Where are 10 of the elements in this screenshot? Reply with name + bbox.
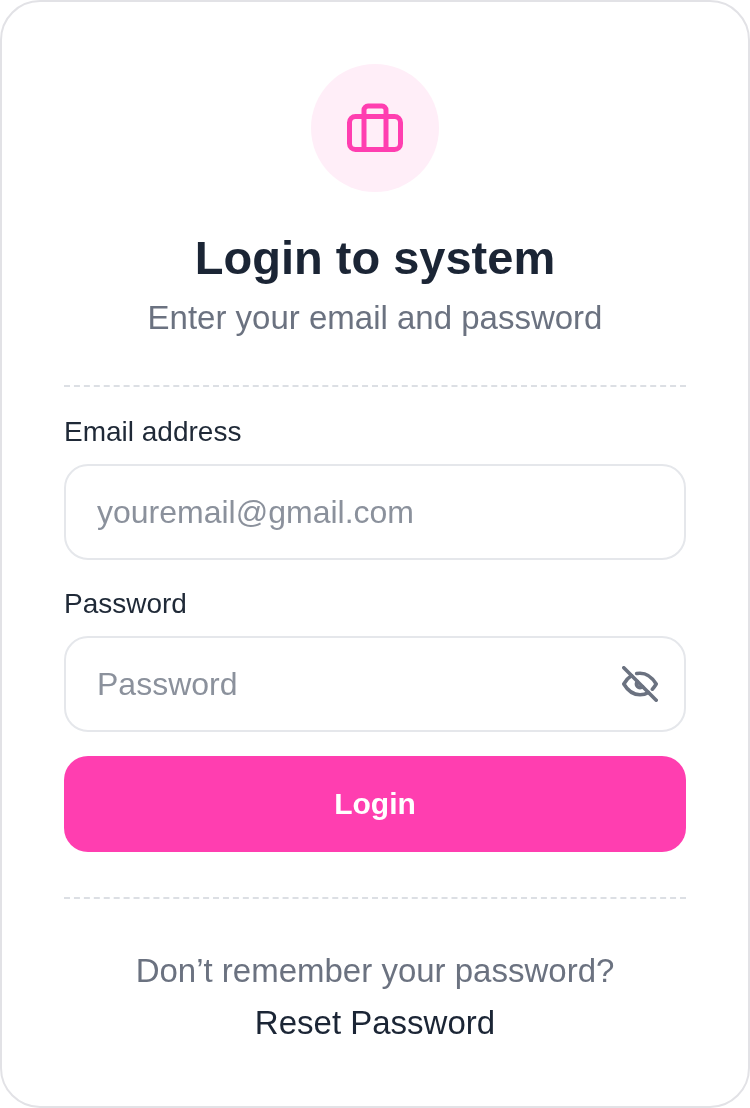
password-field[interactable]: Password	[64, 636, 686, 732]
field-label: Email address	[64, 416, 242, 448]
reset-password-link[interactable]: Reset Password	[254, 1003, 496, 1043]
briefcase-icon	[311, 64, 439, 192]
login-title: Login to system	[194, 230, 556, 286]
email-field[interactable]: youremail@gmail.com	[64, 464, 686, 560]
login-subtitle: Enter your email and password	[147, 298, 603, 338]
forgot-password-prompt: Don’t remember your password?	[135, 951, 615, 991]
field-label: Password	[64, 588, 187, 620]
eye-off-icon[interactable]	[622, 666, 658, 702]
